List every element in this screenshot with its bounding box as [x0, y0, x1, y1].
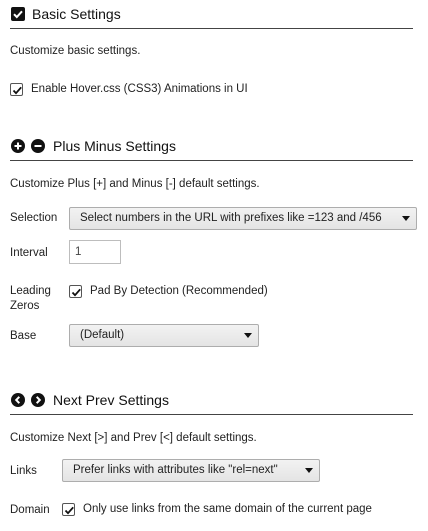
interval-label: Interval — [10, 247, 48, 259]
basic-settings-title: Basic Settings — [32, 6, 121, 22]
selection-select[interactable]: Select numbers in the URL with prefixes … — [69, 207, 417, 230]
links-select-value: Prefer links with attributes like "rel=n… — [73, 464, 278, 476]
basic-settings-checkbox-icon — [11, 7, 25, 21]
basic-settings-description: Customize basic settings. — [10, 45, 141, 57]
next-prev-settings-description: Customize Next [>] and Prev [<] default … — [10, 432, 257, 444]
leading-zeros-label-line1: Leading — [10, 285, 51, 297]
basic-settings-divider — [10, 28, 413, 29]
pad-by-detection-checkbox[interactable] — [69, 285, 82, 298]
next-prev-settings-divider — [10, 414, 413, 415]
links-label: Links — [10, 465, 37, 477]
chevron-left-circle-icon — [11, 393, 25, 407]
same-domain-checkbox[interactable] — [62, 503, 75, 516]
selection-label: Selection — [10, 212, 58, 224]
base-select-value: (Default) — [80, 329, 125, 341]
plus-circle-icon — [11, 139, 25, 153]
plus-minus-settings-description: Customize Plus [+] and Minus [-] default… — [10, 178, 260, 190]
chevron-down-icon — [244, 333, 252, 338]
hover-animations-checkbox[interactable] — [10, 83, 23, 96]
base-select[interactable]: (Default) — [69, 324, 259, 347]
interval-input[interactable]: 1 — [69, 240, 121, 264]
same-domain-label[interactable]: Only use links from the same domain of t… — [83, 503, 372, 515]
chevron-right-circle-icon — [31, 393, 45, 407]
links-select[interactable]: Prefer links with attributes like "rel=n… — [62, 459, 320, 482]
chevron-down-icon — [305, 468, 313, 473]
leading-zeros-label-line2: Zeros — [10, 300, 40, 312]
chevron-down-icon — [402, 216, 410, 221]
plus-minus-settings-divider — [10, 160, 413, 161]
pad-by-detection-label[interactable]: Pad By Detection (Recommended) — [90, 285, 268, 297]
interval-input-value: 1 — [75, 246, 82, 258]
minus-circle-icon — [31, 139, 45, 153]
base-label: Base — [10, 330, 37, 342]
domain-label: Domain — [10, 504, 50, 516]
hover-animations-label[interactable]: Enable Hover.css (CSS3) Animations in UI — [31, 83, 248, 95]
next-prev-settings-title: Next Prev Settings — [53, 392, 169, 408]
plus-minus-settings-title: Plus Minus Settings — [53, 138, 176, 154]
selection-select-value: Select numbers in the URL with prefixes … — [80, 212, 382, 224]
